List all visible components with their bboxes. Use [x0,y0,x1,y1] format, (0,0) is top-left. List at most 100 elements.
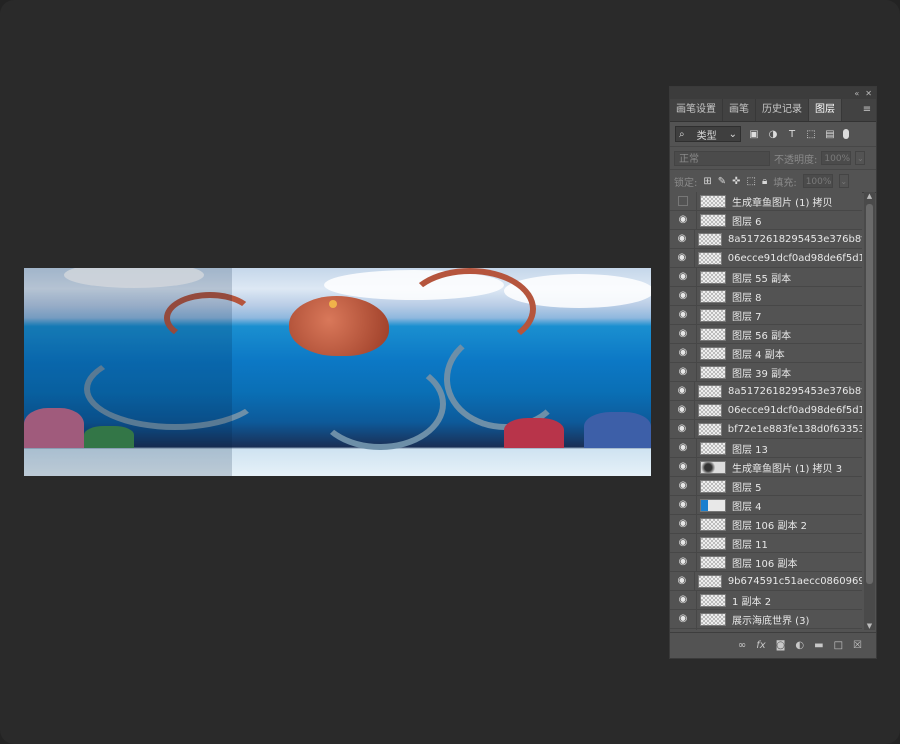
layer-row[interactable]: ◉ 图层 56 副本 [670,325,862,344]
lock-label: 锁定: [674,177,698,189]
eye-icon[interactable]: ◉ [670,496,697,514]
layer-row[interactable]: ◉ 8a5172618295453e376b8f... [670,382,862,401]
filter-toggle[interactable] [843,129,849,139]
layer-row[interactable]: ◉ 图层 5 [670,477,862,496]
eye-icon[interactable]: ◉ [670,534,697,552]
layer-row[interactable]: ◉ 生成章鱼图片 (1) 拷贝 3 [670,458,862,477]
layer-row[interactable]: ◉ 1 副本 2 [670,591,862,610]
tab-brush-settings[interactable]: 画笔设置 [670,99,723,121]
eye-icon[interactable]: ◉ [670,287,697,305]
layer-row[interactable]: ◉ 图层 4 副本 [670,344,862,363]
layer-row[interactable]: ◉ 图层 8 [670,287,862,306]
lock-all-icon[interactable]: 🔒︎ [762,176,767,187]
layer-thumbnail [700,612,726,626]
scroll-down-icon[interactable]: ▼ [864,622,875,630]
layer-name: 生成章鱼图片 (1) 拷贝 3 [732,463,843,475]
layer-row[interactable]: ◉ 06ecce91dcf0ad98de6f5d1... [670,249,862,268]
adjustment-filter-icon[interactable]: ◑ [767,129,779,140]
layer-row[interactable]: ◉ 图层 39 副本 [670,363,862,382]
eye-icon[interactable]: ◉ [670,420,695,438]
layer-row[interactable]: ◉图层 3 [670,629,862,630]
smart-object-filter-icon[interactable]: ▤ [824,129,836,140]
opacity-input[interactable]: 100% [821,151,852,165]
visibility-off-icon[interactable] [670,192,697,210]
blend-mode-select[interactable]: 正常 [674,150,770,166]
opacity-dropdown[interactable]: ⌄ [855,151,866,165]
scroll-up-icon[interactable]: ▲ [864,192,875,200]
scroll-thumb[interactable] [866,204,873,584]
eye-icon[interactable]: ◉ [670,363,697,381]
delete-layer-icon[interactable]: ☒ [853,640,862,651]
double-chevron-icon[interactable]: « [854,89,859,98]
canvas-octopus-image[interactable] [24,268,651,476]
layer-name: 8a5172618295453e376b8f... [728,233,862,245]
link-layers-icon[interactable]: ∞ [738,640,746,651]
layer-row[interactable]: ◉ 图层 6 [670,211,862,230]
eye-icon[interactable]: ◉ [670,572,695,590]
eye-icon[interactable]: ◉ [670,382,695,400]
eye-icon[interactable]: ◉ [670,439,697,457]
eye-icon[interactable]: ◉ [670,610,697,628]
eye-icon[interactable]: ◉ [670,458,697,476]
adjustment-layer-icon[interactable]: ◐ [795,640,804,651]
layer-row[interactable]: ◉ 9b674591c51aecc0860969... [670,572,862,591]
tab-history[interactable]: 历史记录 [756,99,809,121]
fill-input[interactable]: 100% [802,174,833,188]
layer-thumbnail [700,194,726,208]
eye-icon[interactable]: ◉ [670,268,697,286]
add-mask-icon[interactable]: ◙ [776,640,786,651]
panel-topbar: « ✕ [670,87,876,99]
layer-row[interactable]: 生成章鱼图片 (1) 拷贝 [670,192,862,211]
eye-icon[interactable]: ◉ [670,401,695,419]
blend-row: 正常 不透明度: 100% ⌄ [670,147,876,170]
eye-icon[interactable]: ◉ [670,230,695,248]
layer-name: 图层 106 副本 2 [732,520,807,532]
eye-icon[interactable]: ◉ [670,306,697,324]
eye-icon[interactable]: ◉ [670,591,697,609]
eye-icon[interactable]: ◉ [670,629,697,630]
layer-scrollbar[interactable]: ▲ ▼ [864,192,875,630]
eye-icon[interactable]: ◉ [670,344,697,362]
opacity-label: 不透明度: [774,154,818,166]
layer-row[interactable]: ◉ 图层 106 副本 2 [670,515,862,534]
filter-type-select[interactable]: ⌕ 类型 ⌄ [675,126,741,142]
lock-position-icon[interactable]: ✜ [732,176,740,187]
tab-brush[interactable]: 画笔 [723,99,756,121]
text-filter-icon[interactable]: T [786,129,798,140]
lock-paint-icon[interactable]: ✎ [718,176,726,187]
layer-row[interactable]: ◉ 图层 11 [670,534,862,553]
layer-row[interactable]: ◉ 图层 106 副本 [670,553,862,572]
layer-row[interactable]: ◉ 06ecce91dcf0ad98de6f5d1... [670,401,862,420]
fill-dropdown[interactable]: ⌄ [838,174,849,188]
eye-icon[interactable]: ◉ [670,249,695,267]
eye-icon[interactable]: ◉ [670,515,697,533]
lock-artboard-icon[interactable]: ⬚ [747,176,756,187]
layer-row[interactable]: ◉ 展示海底世界 (3) [670,610,862,629]
fx-icon[interactable]: fx [756,640,765,651]
layer-name: 展示海底世界 (3) [732,615,810,627]
lock-transparency-icon[interactable]: ⊞ [703,176,711,187]
new-layer-icon[interactable]: □ [834,640,843,651]
layer-thumbnail [700,536,726,550]
layer-filter-row: ⌕ 类型 ⌄ ▣ ◑ T ⬚ ▤ [670,122,876,147]
layer-row[interactable]: ◉ 8a5172618295453e376b8f... [670,230,862,249]
layer-thumbnail [700,289,726,303]
layer-row[interactable]: ◉ 图层 13 [670,439,862,458]
shape-filter-icon[interactable]: ⬚ [805,129,817,140]
image-filter-icon[interactable]: ▣ [748,129,760,140]
layer-row[interactable]: ◉ 图层 55 副本 [670,268,862,287]
search-icon: ⌕ [679,128,685,140]
eye-icon[interactable]: ◉ [670,211,697,229]
layer-thumbnail [700,270,726,284]
layer-row[interactable]: ◉ bf72e1e883fe138d0f63353... [670,420,862,439]
hamburger-icon[interactable]: ≡ [858,99,876,121]
layer-name: 图层 55 副本 [732,273,792,285]
eye-icon[interactable]: ◉ [670,477,697,495]
layer-row[interactable]: ◉ 图层 7 [670,306,862,325]
layer-row[interactable]: ◉ 图层 4 [670,496,862,515]
new-group-icon[interactable]: ▬ [814,640,823,651]
tab-layers[interactable]: 图层 [809,99,842,121]
eye-icon[interactable]: ◉ [670,553,697,571]
eye-icon[interactable]: ◉ [670,325,697,343]
close-icon[interactable]: ✕ [865,89,872,98]
